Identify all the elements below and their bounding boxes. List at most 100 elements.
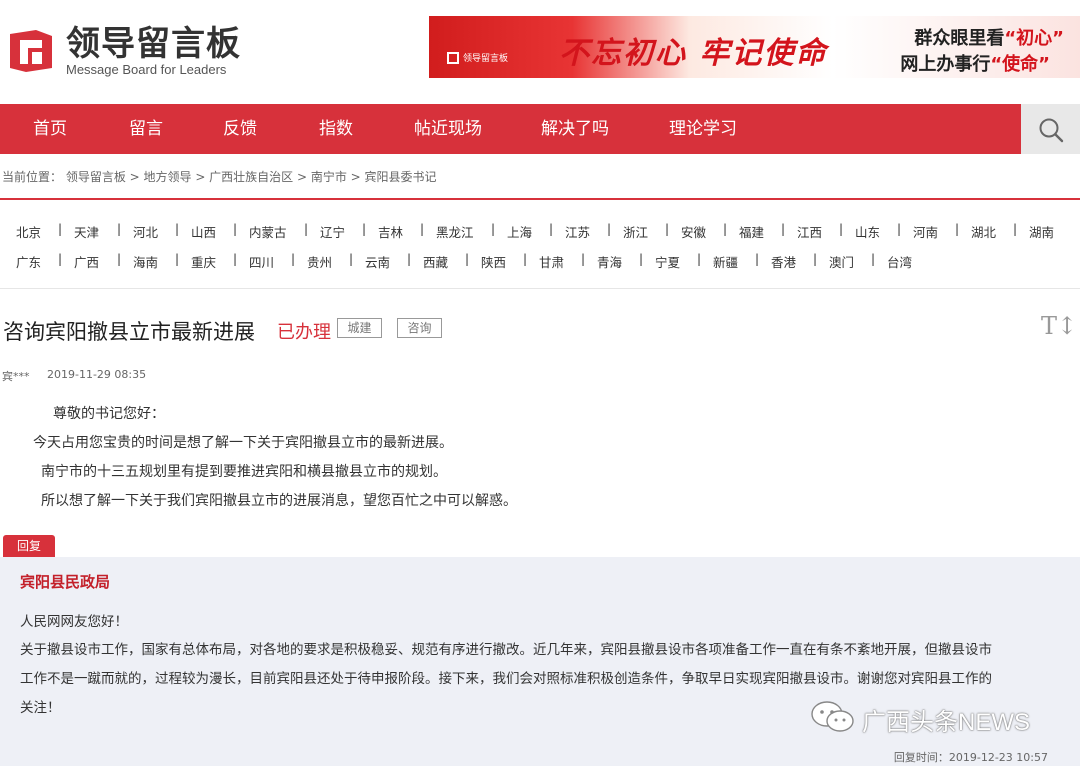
banner-slogan: 不忘初心 牢记使命 <box>559 36 828 71</box>
breadcrumb[interactable]: 当前位置： 领导留言板 > 地方领导 > 广西壮族自治区 > 南宁市 > 宾阳县… <box>2 168 437 185</box>
nav-item-theory[interactable]: 理论学习 <box>669 104 737 154</box>
region-separator: | <box>839 222 844 236</box>
region-link[interactable]: 云南 <box>365 252 390 271</box>
reply-line: 关于撤县设市工作，国家有总体布局，对各地的要求是积极稳妥、规范有序进行撤改。近几… <box>20 642 992 658</box>
region-link[interactable]: 新疆 <box>713 252 738 271</box>
breadcrumb-divider <box>0 198 1080 200</box>
region-link[interactable]: 天津 <box>74 222 99 241</box>
region-separator: | <box>697 252 702 266</box>
watermark-text: 广西头条NEWS <box>862 709 1030 736</box>
nav-item-feedback[interactable]: 反馈 <box>223 104 257 154</box>
region-separator: | <box>117 252 122 266</box>
region-link[interactable]: 湖北 <box>971 222 996 241</box>
region-link[interactable]: 上海 <box>507 222 532 241</box>
region-link[interactable]: 山西 <box>191 222 216 241</box>
region-separator: | <box>723 222 728 236</box>
region-separator: | <box>955 222 960 236</box>
region-divider <box>0 288 1080 289</box>
nav-item-onsite[interactable]: 帖近现场 <box>414 104 482 154</box>
region-separator: | <box>1013 222 1018 236</box>
watermark: 广西头条NEWS <box>810 700 1050 736</box>
region-separator: | <box>581 252 586 266</box>
status-badge: 已办理 <box>277 322 331 343</box>
region-row-1: 北京 | 天津 | 河北 | 山西 | 内蒙古 | 辽宁 | 吉林 | 黑龙江 | 上海 | 江苏 | 浙江 | 安徽 | 福建… <box>0 222 1080 242</box>
region-separator: | <box>607 222 612 236</box>
region-separator: | <box>781 222 786 236</box>
region-link[interactable]: 福建 <box>739 222 764 241</box>
region-separator: | <box>349 252 354 266</box>
region-link[interactable]: 江苏 <box>565 222 590 241</box>
region-separator: | <box>523 252 528 266</box>
banner-line-1: 群众眼里看“初心” <box>914 28 1064 49</box>
region-link[interactable]: 重庆 <box>191 252 216 271</box>
tag-inquiry[interactable]: 咨询 <box>397 318 442 338</box>
region-link[interactable]: 辽宁 <box>320 222 345 241</box>
region-separator: | <box>755 252 760 266</box>
banner-line-2: 网上办事行“使命” <box>900 54 1050 75</box>
nav-item-message[interactable]: 留言 <box>129 104 163 154</box>
post-time: 2019-11-29 08:35 <box>47 368 147 381</box>
region-link[interactable]: 海南 <box>133 252 158 271</box>
region-link[interactable]: 吉林 <box>378 222 403 241</box>
tag-urban-construction[interactable]: 城建 <box>337 318 382 338</box>
site-logo[interactable]: 领导留言板 Message Board for Leaders <box>6 24 246 80</box>
nav-item-solved[interactable]: 解决了吗 <box>541 104 609 154</box>
region-link[interactable]: 浙江 <box>623 222 648 241</box>
reply-line: 人民网网友您好！ <box>20 614 128 630</box>
region-row-2: 广东 | 广西 | 海南 | 重庆 | 四川 | 贵州 | 云南 | 西藏 | 陕西 | 甘肃 | 青海 | 宁夏 | 新疆 | 香… <box>0 252 1080 272</box>
region-separator: | <box>420 222 425 236</box>
region-separator: | <box>58 252 63 266</box>
nav-item-index[interactable]: 指数 <box>319 104 353 154</box>
region-link[interactable]: 西藏 <box>423 252 448 271</box>
post-author: 宾*** <box>2 370 30 383</box>
region-link[interactable]: 台湾 <box>887 252 912 271</box>
region-link[interactable]: 澳门 <box>829 252 854 271</box>
region-link[interactable]: 宁夏 <box>655 252 680 271</box>
region-separator: | <box>304 222 309 236</box>
post-body-line: 今天占用您宝贵的时间是想了解一下关于宾阳撤县立市的最新进展。 <box>33 435 453 451</box>
nav-item-home[interactable]: 首页 <box>33 104 67 154</box>
region-link[interactable]: 黑龙江 <box>436 222 474 241</box>
region-link[interactable]: 贵州 <box>307 252 332 271</box>
font-size-toggle-icon[interactable]: T↕ <box>1041 312 1077 340</box>
region-separator: | <box>407 252 412 266</box>
region-separator: | <box>549 222 554 236</box>
region-link[interactable]: 陕西 <box>481 252 506 271</box>
region-separator: | <box>871 252 876 266</box>
header-banner[interactable]: 领导留言板 不忘初心 牢记使命 群众眼里看“初心” 网上办事行“使命” <box>429 16 1080 78</box>
region-separator: | <box>639 252 644 266</box>
site-header: 领导留言板 Message Board for Leaders 领导留言板 不忘… <box>0 0 1080 104</box>
reply-tab: 回复 <box>3 535 55 557</box>
region-link[interactable]: 甘肃 <box>539 252 564 271</box>
region-separator: | <box>233 252 238 266</box>
region-link[interactable]: 山东 <box>855 222 880 241</box>
region-link[interactable]: 四川 <box>249 252 274 271</box>
banner-badge-icon <box>447 52 459 64</box>
banner-badge: 领导留言板 <box>463 54 509 64</box>
wechat-icon <box>811 701 854 732</box>
reply-line: 关注！ <box>20 700 61 716</box>
region-link[interactable]: 青海 <box>597 252 622 271</box>
region-link[interactable]: 广西 <box>74 252 99 271</box>
region-link[interactable]: 广东 <box>16 252 41 271</box>
region-separator: | <box>175 252 180 266</box>
reply-organization: 宾阳县民政局 <box>20 573 111 591</box>
region-link[interactable]: 湖南 <box>1029 222 1054 241</box>
region-link[interactable]: 安徽 <box>681 222 706 241</box>
region-link[interactable]: 河南 <box>913 222 938 241</box>
region-link[interactable]: 香港 <box>771 252 796 271</box>
logo-title: 领导留言板 <box>66 24 241 64</box>
search-button[interactable] <box>1021 104 1080 154</box>
region-link[interactable]: 内蒙古 <box>249 222 287 241</box>
post-body-line: 所以想了解一下关于我们宾阳撤县立市的进展消息，望您百忙之中可以解惑。 <box>41 493 517 509</box>
main-nav: 首页 留言 反馈 指数 帖近现场 解决了吗 理论学习 <box>0 104 1080 154</box>
region-separator: | <box>897 222 902 236</box>
region-separator: | <box>175 222 180 236</box>
region-separator: | <box>117 222 122 236</box>
region-link[interactable]: 江西 <box>797 222 822 241</box>
post-body-line: 尊敬的书记您好： <box>53 406 165 422</box>
logo-subtitle: Message Board for Leaders <box>66 62 227 77</box>
region-link[interactable]: 河北 <box>133 222 158 241</box>
region-link[interactable]: 北京 <box>16 222 41 241</box>
reply-time: 回复时间：2019-12-23 10:57 <box>893 751 1048 764</box>
